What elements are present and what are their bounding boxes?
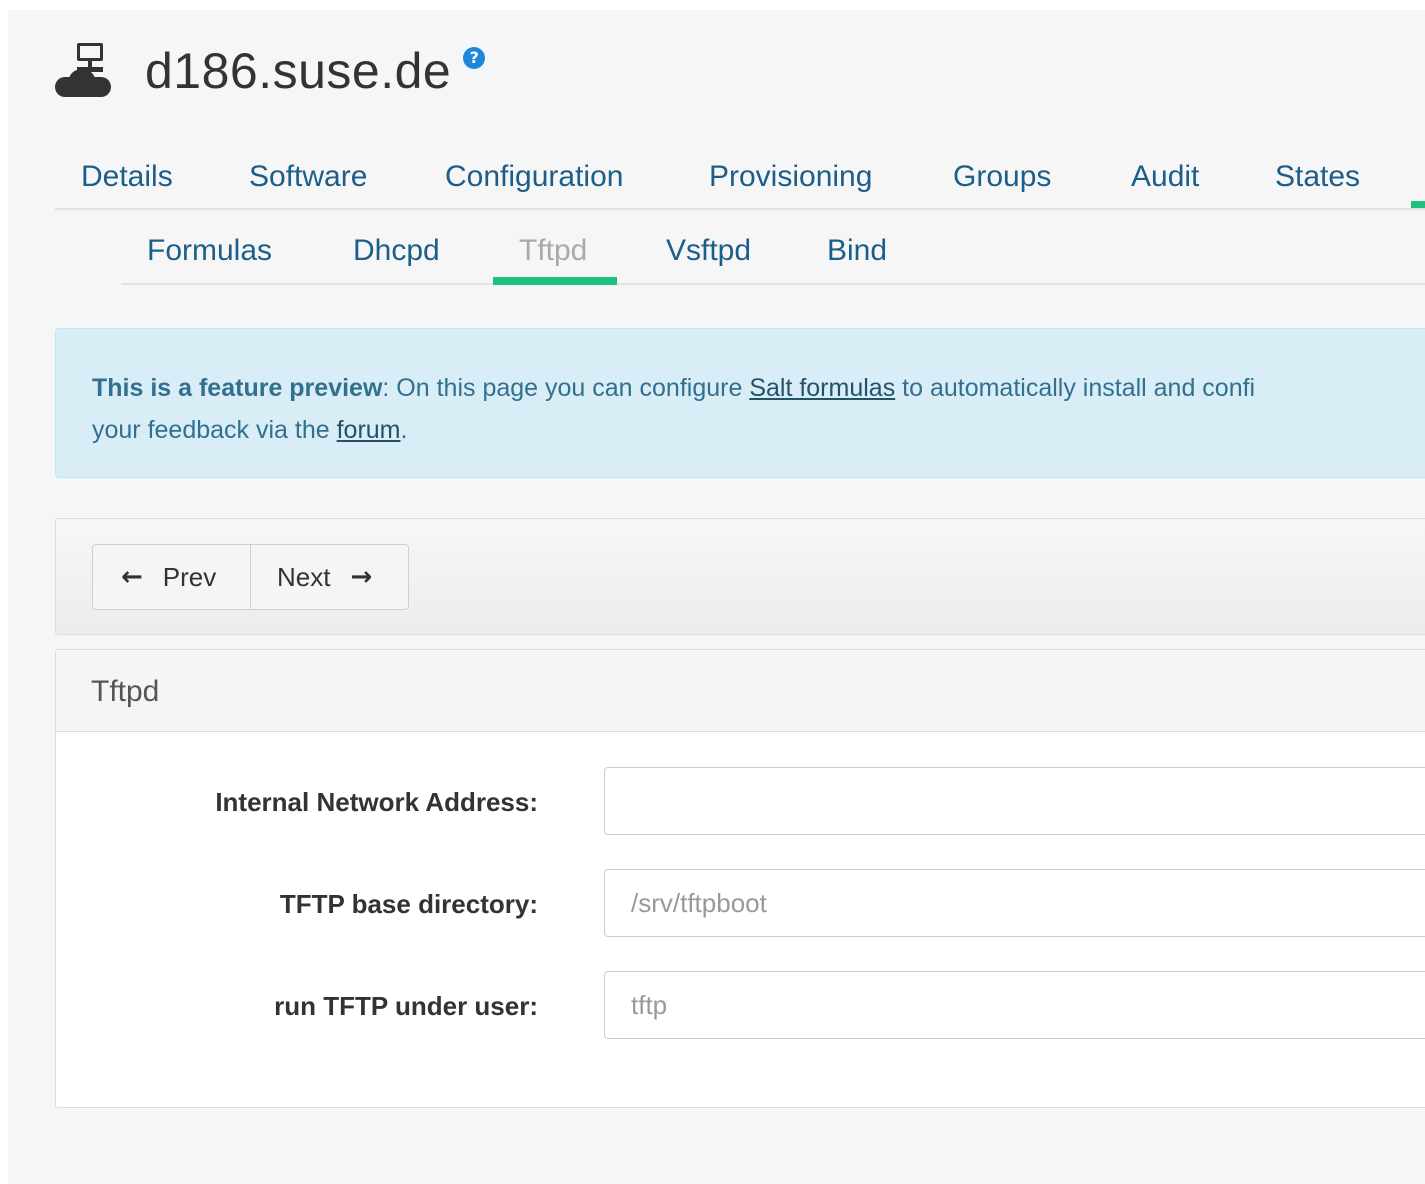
subtab-dhcpd[interactable]: Dhcpd — [353, 234, 440, 268]
tab-audit[interactable]: Audit — [1131, 160, 1199, 194]
form-row: TFTP base directory: — [56, 869, 1425, 939]
internal-network-address-input[interactable] — [604, 767, 1425, 835]
help-icon[interactable]: ? — [463, 47, 486, 69]
tftp-base-directory-label: TFTP base directory: — [279, 889, 538, 919]
form-row: run TFTP under user: — [56, 971, 1425, 1041]
arrow-left-icon: ← — [121, 562, 143, 592]
tftp-user-input[interactable] — [604, 971, 1425, 1039]
next-button-label: Next — [277, 561, 331, 592]
salt-formulas-link[interactable]: Salt formulas — [749, 374, 895, 402]
page-title: d186.suse.de — [145, 43, 452, 99]
tftpd-panel: Tftpd Internal Network Address: TFTP bas… — [55, 649, 1425, 1108]
active-tab-indicator — [1411, 201, 1425, 208]
active-subtab-indicator — [493, 277, 617, 285]
tftp-user-label: run TFTP under user: — [274, 991, 538, 1021]
page-header: d186.suse.de ? — [55, 36, 486, 106]
arrow-right-icon: → — [350, 562, 373, 592]
alert-text: to automatically install and confi — [895, 374, 1256, 402]
prev-button[interactable]: ← Prev — [92, 544, 251, 610]
feature-preview-alert: This is a feature preview: On this page … — [55, 328, 1425, 478]
alert-strong: This is a feature preview — [92, 374, 383, 402]
alert-text: : On this page you can configure — [382, 374, 750, 402]
prev-next-button-group: ← Prev Next → — [92, 544, 409, 610]
tab-details[interactable]: Details — [81, 160, 173, 194]
tab-groups[interactable]: Groups — [953, 160, 1051, 194]
navigation-bar: ← Prev Next → — [55, 518, 1425, 635]
tab-states[interactable]: States — [1275, 160, 1360, 194]
form-row: Internal Network Address: — [56, 767, 1425, 837]
forum-link[interactable]: forum — [337, 416, 401, 444]
subtab-bind[interactable]: Bind — [827, 234, 887, 268]
tab-software[interactable]: Software — [249, 160, 367, 194]
main-tabs: Details Software Configuration Provision… — [55, 150, 1425, 210]
page: d186.suse.de ? Details Software Configur… — [8, 10, 1425, 1184]
tftp-base-directory-input[interactable] — [604, 869, 1425, 937]
tab-configuration[interactable]: Configuration — [445, 160, 623, 194]
server-cloud-icon — [55, 43, 113, 99]
panel-title: Tftpd — [56, 650, 1425, 732]
prev-button-label: Prev — [162, 561, 217, 592]
internal-network-address-label: Internal Network Address: — [215, 787, 538, 817]
subtab-tftpd[interactable]: Tftpd — [519, 234, 587, 268]
formula-subtabs: Formulas Dhcpd Tftpd Vsftpd Bind — [121, 228, 1425, 285]
subtab-vsftpd[interactable]: Vsftpd — [666, 234, 751, 268]
alert-text: your feedback via the — [92, 416, 337, 444]
next-button[interactable]: Next → — [251, 544, 409, 610]
subtab-formulas[interactable]: Formulas — [147, 234, 272, 268]
alert-text: . — [400, 416, 408, 444]
tab-provisioning[interactable]: Provisioning — [709, 160, 872, 194]
